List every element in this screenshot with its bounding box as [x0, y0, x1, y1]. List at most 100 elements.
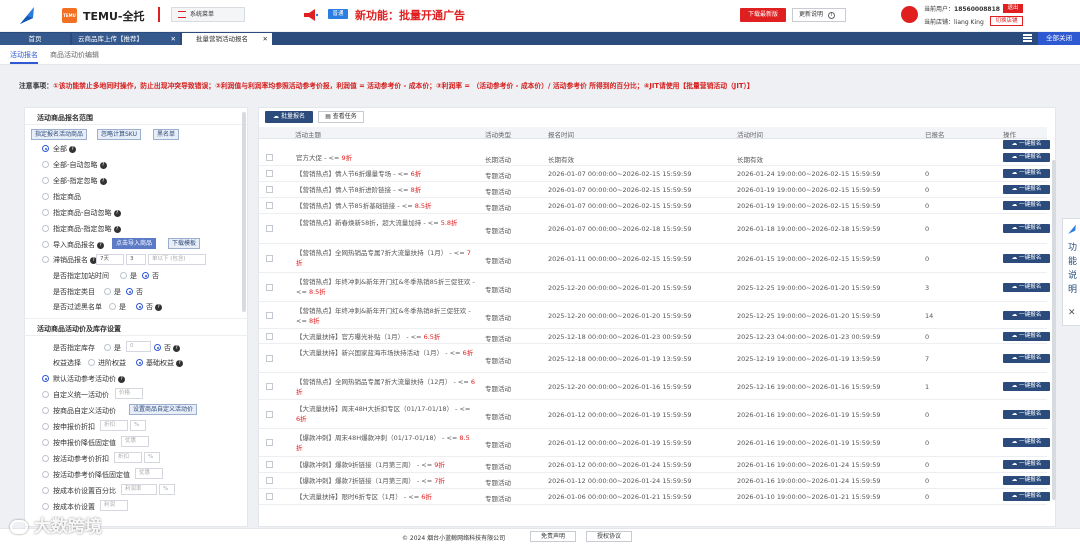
system-menu-button[interactable]: 系统菜单	[171, 7, 245, 22]
tab-batch-marketing[interactable]: 批量营销活动报名 ✕	[182, 33, 272, 45]
close-all-button[interactable]: 全部关闭	[1038, 32, 1080, 45]
batch-register-button[interactable]: ☁ 批量报名	[265, 111, 313, 123]
import-products-button[interactable]: 点击导入商品	[112, 238, 157, 249]
designated-products-button[interactable]: 指定报名活动商品	[31, 129, 88, 140]
radio-import[interactable]	[42, 241, 49, 248]
radio-declared-reduce[interactable]	[42, 439, 49, 446]
radio-stock-yes[interactable]	[104, 344, 111, 351]
row-checkbox[interactable]	[266, 186, 273, 193]
tab-cloud-upload[interactable]: 云商品库上传【推荐】 ✕	[72, 33, 180, 45]
help-icon[interactable]: ?	[69, 145, 76, 153]
help-icon[interactable]: ?	[99, 161, 107, 169]
radio-declared-discount[interactable]	[42, 423, 49, 430]
tab-home[interactable]: 首页	[0, 33, 70, 45]
close-icon[interactable]: ✕	[1068, 308, 1076, 318]
radio-all[interactable]	[42, 145, 49, 152]
one-click-register-button[interactable]: ☁ 一键报名	[1003, 492, 1050, 501]
blacklist-button[interactable]: 黑名单	[153, 129, 180, 140]
view-task-button[interactable]: ▤ 查看任务	[318, 111, 364, 123]
one-click-register-button[interactable]: ☁ 一键报名	[1003, 438, 1050, 447]
subtab-price-edit[interactable]: 商品活动价编辑	[50, 49, 99, 62]
stale-tip-input[interactable]: 单以下 (包含)	[148, 254, 206, 265]
radio-ref-reduce[interactable]	[42, 471, 49, 478]
help-icon[interactable]: ?	[155, 303, 162, 311]
declared-reduce-input[interactable]: 优惠	[121, 436, 149, 447]
one-click-register-button[interactable]: ☁ 一键报名	[1003, 382, 1050, 391]
announcement-text[interactable]: 新功能：批量开通广告	[355, 7, 465, 23]
one-click-register-button[interactable]: ☁ 一键报名	[1003, 476, 1050, 485]
radio-join-time-yes[interactable]	[120, 272, 127, 279]
one-click-register-button[interactable]: ☁ 一键报名	[1003, 254, 1050, 263]
one-click-register-button[interactable]: ☁ 一键报名	[1003, 224, 1050, 233]
radio-cost-set[interactable]	[42, 503, 49, 510]
radio-join-time-no[interactable]	[142, 272, 149, 279]
radio-rights-advanced[interactable]	[88, 359, 95, 366]
stale-count-input[interactable]: 3	[126, 254, 146, 265]
row-checkbox[interactable]	[266, 355, 273, 362]
radio-blacklist-no[interactable]	[136, 303, 143, 310]
radio-default-ref-price[interactable]	[42, 375, 49, 382]
help-icon[interactable]: ?	[113, 225, 121, 233]
switch-shop-button[interactable]: 切换店铺	[990, 16, 1023, 26]
download-latest-button[interactable]: 下载最新版	[740, 8, 786, 22]
row-checkbox[interactable]	[266, 284, 273, 291]
declared-discount-input[interactable]: 折扣	[100, 420, 128, 431]
radio-designated-designated-ignore[interactable]	[42, 225, 49, 232]
help-icon[interactable]: ?	[176, 359, 183, 367]
radio-all-auto-ignore[interactable]	[42, 161, 49, 168]
radio-custom-price[interactable]	[42, 407, 49, 414]
stale-days-select[interactable]: 7天	[96, 254, 124, 265]
radio-unified-price[interactable]	[42, 391, 49, 398]
one-click-register-button[interactable]: ☁ 一键报名	[1003, 311, 1050, 320]
radio-category-yes[interactable]	[104, 288, 111, 295]
one-click-register-button[interactable]: ☁ 一键报名	[1003, 201, 1050, 210]
one-click-register-button[interactable]: ☁ 一键报名	[1003, 410, 1050, 419]
radio-ref-discount[interactable]	[42, 455, 49, 462]
license-button[interactable]: 授权协议	[586, 531, 632, 542]
radio-stale[interactable]	[42, 256, 49, 263]
radio-designated[interactable]	[42, 193, 49, 200]
radio-designated-auto-ignore[interactable]	[42, 209, 49, 216]
row-checkbox[interactable]	[266, 411, 273, 418]
row-checkbox[interactable]	[266, 333, 273, 340]
subtab-activity-registration[interactable]: 活动报名	[10, 49, 38, 64]
row-checkbox[interactable]	[266, 461, 273, 468]
help-icon[interactable]: ?	[118, 375, 125, 383]
logout-button[interactable]: 退出	[1003, 4, 1023, 13]
table-scrollbar[interactable]	[1052, 160, 1056, 500]
radio-rights-basic[interactable]	[136, 359, 143, 366]
disclaimer-button[interactable]: 免责声明	[530, 531, 576, 542]
cost-set-input[interactable]: 利润	[100, 500, 128, 511]
ignore-sku-button[interactable]: 忽略计算SKU	[97, 129, 141, 140]
update-notes-button[interactable]: 更新说明 i	[792, 8, 846, 22]
feature-help-panel[interactable]: 功 能 说 明 ✕	[1062, 218, 1080, 326]
one-click-register-button[interactable]: ☁ 一键报名	[1003, 460, 1050, 469]
help-icon[interactable]: ?	[99, 177, 107, 185]
one-click-register-button[interactable]: ☁ 一键报名	[1003, 153, 1050, 162]
radio-cost-percent[interactable]	[42, 487, 49, 494]
row-checkbox[interactable]	[266, 170, 273, 177]
radio-blacklist-yes[interactable]	[109, 303, 116, 310]
cost-percent-input[interactable]: 利润率	[121, 484, 157, 495]
help-icon[interactable]: ?	[173, 344, 180, 352]
one-click-register-button[interactable]: ☁ 一键报名	[1003, 332, 1050, 341]
unified-price-input[interactable]: 价格	[115, 388, 143, 399]
close-icon[interactable]: ✕	[171, 33, 176, 45]
radio-stock-no[interactable]	[154, 344, 161, 351]
one-click-register-button[interactable]: ☁ 一键报名	[1003, 185, 1050, 194]
close-icon[interactable]: ✕	[263, 33, 268, 45]
row-checkbox[interactable]	[266, 225, 273, 232]
one-click-register-button[interactable]: ☁ 一键报名	[1003, 283, 1050, 292]
row-checkbox[interactable]	[266, 493, 273, 500]
custom-price-button[interactable]: 设置商品自定义活动价	[129, 404, 198, 415]
ref-discount-input[interactable]: 折扣	[114, 452, 142, 463]
stock-input[interactable]: 0	[126, 341, 151, 352]
one-click-register-button[interactable]: ☁ 一键报名	[1003, 169, 1050, 178]
tab-list-icon[interactable]	[1023, 34, 1032, 42]
help-icon[interactable]: ?	[113, 209, 121, 217]
one-click-register-button[interactable]: ☁ 一键报名	[1003, 354, 1050, 363]
row-checkbox[interactable]	[266, 439, 273, 446]
left-scrollbar[interactable]	[242, 112, 246, 312]
radio-category-no[interactable]	[126, 288, 133, 295]
row-checkbox[interactable]	[266, 202, 273, 209]
